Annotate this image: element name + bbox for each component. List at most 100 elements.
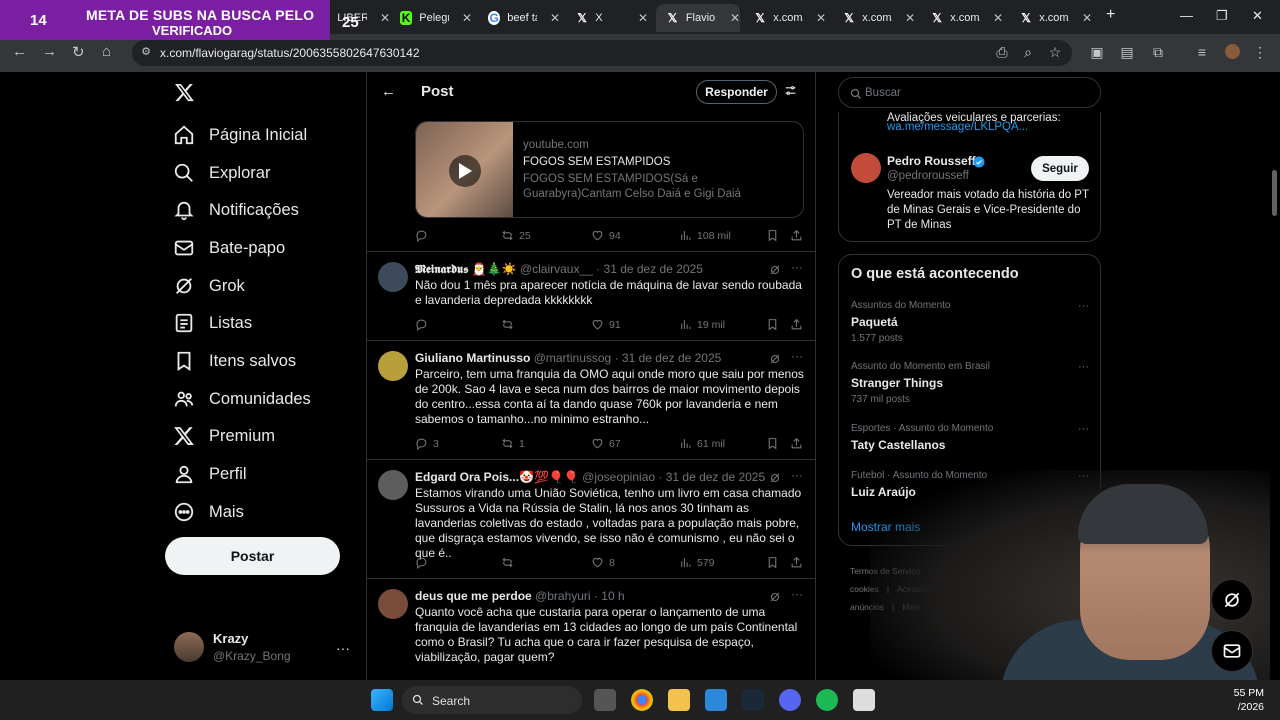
- author-name[interactable]: Giuliano Martinusso: [415, 351, 530, 365]
- more-options-icon[interactable]: ···: [791, 349, 803, 363]
- sidebar-item-mais[interactable]: Mais: [173, 497, 244, 527]
- views-button[interactable]: 61 mil: [679, 437, 725, 450]
- extension-icon[interactable]: ▤: [1119, 44, 1135, 60]
- sidebar-item-bate-papo[interactable]: Bate-papo: [173, 233, 285, 263]
- spotify-icon[interactable]: [816, 689, 838, 711]
- like-button[interactable]: 94: [591, 229, 621, 242]
- reply-button[interactable]: Responder: [696, 80, 777, 104]
- profile-avatar[interactable]: [1224, 44, 1240, 60]
- author-name[interactable]: deus que me perdoe: [415, 589, 532, 603]
- tab[interactable]: Gbeef ta ✕: [478, 4, 560, 32]
- share-button[interactable]: [790, 437, 803, 450]
- back-icon[interactable]: ←: [12, 43, 27, 60]
- suggest-bio-link[interactable]: wa.me/message/LKLPQA...: [887, 121, 1028, 133]
- system-clock[interactable]: 55 PM /2026: [1232, 686, 1264, 714]
- avatar[interactable]: [378, 351, 408, 381]
- follow-button[interactable]: Seguir: [1031, 156, 1089, 181]
- bookmark-button[interactable]: [766, 437, 779, 450]
- tweet-time[interactable]: 31 de dez de 2025: [604, 262, 703, 276]
- close-tab-icon[interactable]: ✕: [993, 11, 1003, 25]
- sidebar-item-página-inicial[interactable]: Página Inicial: [173, 120, 307, 150]
- tab[interactable]: 𝕏 X ✕: [566, 4, 648, 32]
- avatar[interactable]: [851, 153, 881, 183]
- steam-icon[interactable]: [742, 689, 764, 711]
- extension-icon[interactable]: ▣: [1089, 44, 1105, 60]
- like-button[interactable]: 91: [591, 318, 621, 331]
- tab[interactable]: K Pelegr ✕: [390, 4, 472, 32]
- suggest-name[interactable]: Pedro Rousseff: [887, 154, 976, 168]
- tab[interactable]: 𝕏x.com/ ✕: [921, 4, 1003, 32]
- close-tab-icon[interactable]: ✕: [1082, 11, 1092, 25]
- account-more-icon[interactable]: ···: [336, 640, 350, 656]
- bookmark-button[interactable]: [766, 556, 779, 569]
- share-button[interactable]: [790, 229, 803, 242]
- bookmark-button[interactable]: [766, 229, 779, 242]
- store-icon[interactable]: [705, 689, 727, 711]
- author-handle[interactable]: @martinussog: [534, 351, 612, 365]
- menu-icon[interactable]: ⋮: [1252, 44, 1268, 60]
- more-options-icon[interactable]: ···: [1078, 423, 1089, 435]
- trend-item[interactable]: Esportes · Assunto do Momento Taty Castel…: [851, 423, 1091, 452]
- close-tab-icon[interactable]: ✕: [905, 11, 915, 25]
- views-button[interactable]: 579: [679, 556, 715, 569]
- sidebar-item-grok[interactable]: Grok: [173, 271, 245, 301]
- task-view-icon[interactable]: [594, 689, 616, 711]
- repost-button[interactable]: [501, 318, 514, 331]
- views-button[interactable]: 108 mil: [679, 229, 731, 242]
- close-tab-icon[interactable]: ✕: [462, 11, 472, 25]
- repost-button[interactable]: 1: [501, 437, 525, 450]
- close-tab-icon[interactable]: ✕: [638, 11, 648, 25]
- like-button[interactable]: 8: [591, 556, 615, 569]
- tweet-time[interactable]: 10 h: [601, 589, 624, 603]
- more-options-icon[interactable]: ···: [791, 468, 803, 482]
- avatar[interactable]: [378, 262, 408, 292]
- author-handle[interactable]: @joseopiniao: [582, 470, 655, 484]
- zoom-icon[interactable]: ⌕: [1020, 44, 1036, 60]
- explorer-icon[interactable]: [668, 689, 690, 711]
- close-tab-icon[interactable]: ✕: [550, 11, 560, 25]
- media-icon[interactable]: ≡: [1194, 44, 1210, 60]
- star-icon[interactable]: ☆: [1047, 44, 1063, 60]
- forward-icon[interactable]: →: [42, 43, 57, 60]
- tweet-time[interactable]: 31 de dez de 2025: [622, 351, 721, 365]
- repost-button[interactable]: 25: [501, 229, 531, 242]
- messages-float-button[interactable]: [1211, 630, 1253, 672]
- tab[interactable]: 𝕏x.com/ ✕: [833, 4, 915, 32]
- maximize-icon[interactable]: ❐: [1216, 8, 1228, 24]
- site-info-icon[interactable]: ⚙: [138, 45, 154, 61]
- tweet-time[interactable]: 31 de dez de 2025: [666, 470, 765, 484]
- more-options-icon[interactable]: ···: [791, 260, 803, 274]
- play-icon[interactable]: [449, 155, 481, 187]
- more-options-icon[interactable]: ···: [1078, 300, 1089, 312]
- home-browser-icon[interactable]: ⌂: [102, 43, 111, 60]
- sidebar-item-listas[interactable]: Listas: [173, 308, 252, 338]
- author-handle[interactable]: @brahyuri: [535, 589, 591, 603]
- share-button[interactable]: [790, 318, 803, 331]
- repost-button[interactable]: [501, 556, 514, 569]
- post-button[interactable]: Postar: [165, 537, 340, 575]
- tab[interactable]: 𝕏x.com/ ✕: [744, 4, 826, 32]
- puzzle-icon[interactable]: ⧉: [1150, 44, 1166, 60]
- taskbar-search[interactable]: Search: [402, 686, 582, 714]
- share-button[interactable]: [790, 556, 803, 569]
- chrome-icon[interactable]: [631, 689, 653, 711]
- search-input[interactable]: Buscar: [838, 77, 1101, 108]
- views-button[interactable]: 19 mil: [679, 318, 725, 331]
- settings-sliders-icon[interactable]: [784, 84, 797, 102]
- sidebar-item-itens-salvos[interactable]: Itens salvos: [173, 346, 296, 376]
- trend-item[interactable]: Assuntos do Momento Paquetá 1.577 posts ···: [851, 300, 1091, 344]
- sidebar-item-perfil[interactable]: Perfil: [173, 459, 247, 489]
- reply-button[interactable]: 3: [415, 437, 439, 450]
- video-thumbnail[interactable]: [416, 122, 513, 217]
- close-tab-icon[interactable]: ✕: [380, 11, 390, 25]
- x-logo-icon[interactable]: [174, 82, 195, 108]
- new-tab-button[interactable]: +: [1106, 6, 1115, 24]
- close-tab-icon[interactable]: ✕: [816, 11, 826, 25]
- sidebar-item-comunidades[interactable]: Comunidades: [173, 384, 311, 414]
- sidebar-item-notificações[interactable]: Notificações: [173, 195, 299, 225]
- link-preview-card[interactable]: youtube.com FOGOS SEM ESTAMPIDOS FOGOS S…: [415, 121, 804, 218]
- discord-icon[interactable]: [779, 689, 801, 711]
- close-tab-icon[interactable]: ✕: [730, 11, 740, 25]
- like-button[interactable]: 67: [591, 437, 621, 450]
- reply-button[interactable]: [415, 229, 428, 242]
